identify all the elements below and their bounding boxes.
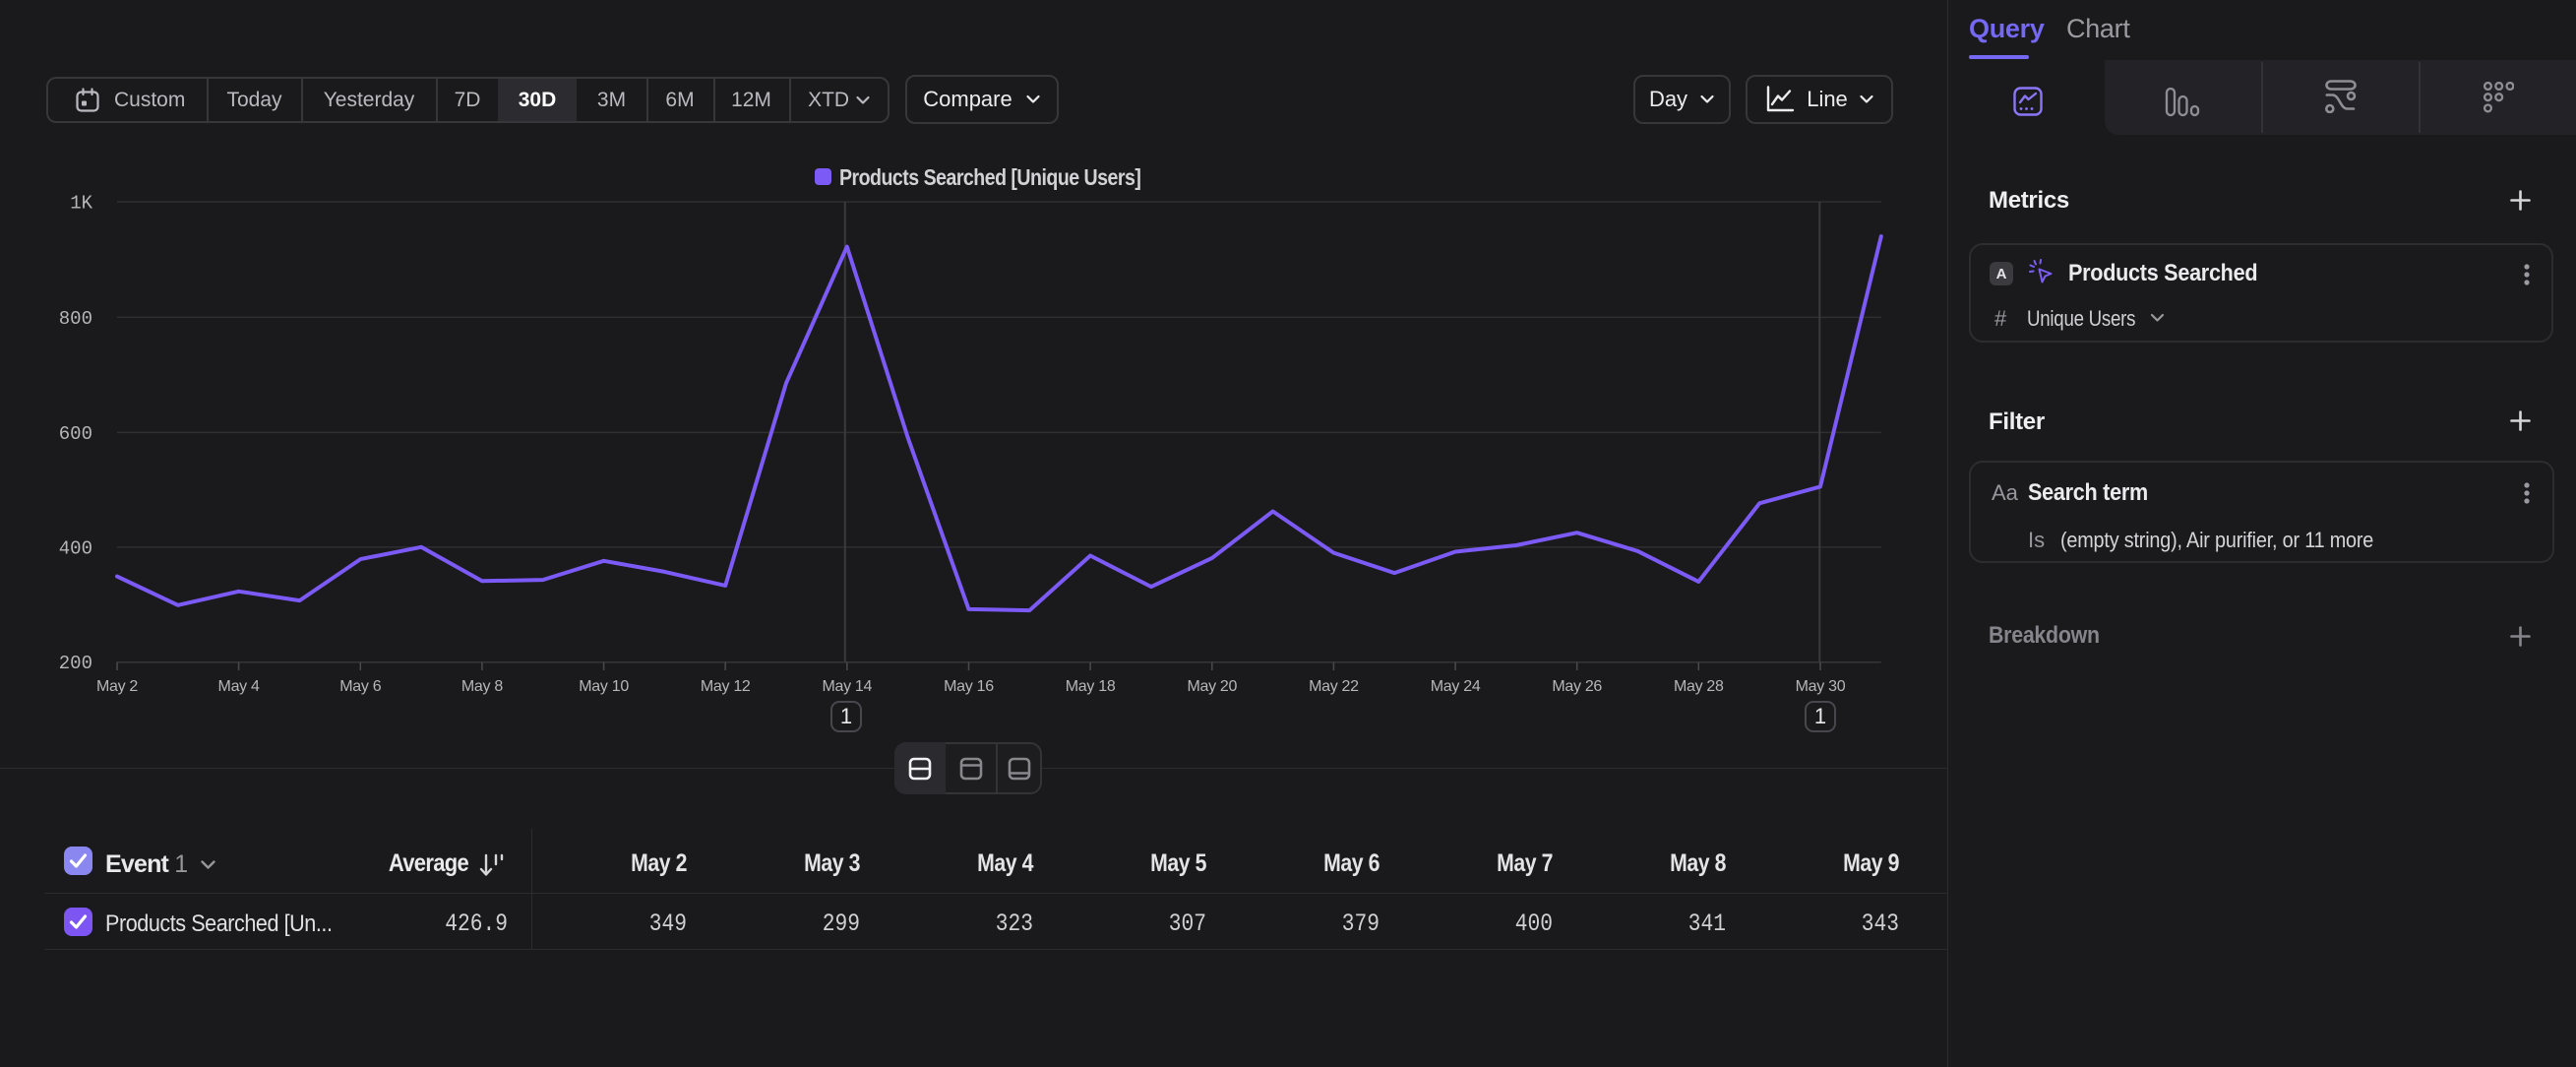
- svg-text:800: 800: [59, 308, 92, 330]
- svg-text:May 14: May 14: [822, 678, 872, 695]
- svg-text:May 22: May 22: [1309, 678, 1359, 695]
- svg-text:600: 600: [59, 423, 92, 445]
- svg-text:200: 200: [59, 653, 92, 674]
- svg-text:May 30: May 30: [1796, 678, 1846, 695]
- svg-text:May 26: May 26: [1552, 678, 1602, 695]
- svg-text:May 8: May 8: [461, 678, 503, 695]
- svg-text:May 6: May 6: [339, 678, 381, 695]
- svg-text:May 20: May 20: [1187, 678, 1237, 695]
- svg-text:May 4: May 4: [218, 678, 260, 695]
- svg-text:May 24: May 24: [1431, 678, 1481, 695]
- svg-text:May 18: May 18: [1066, 678, 1116, 695]
- svg-text:May 10: May 10: [579, 678, 629, 695]
- svg-text:May 28: May 28: [1674, 678, 1724, 695]
- svg-text:May 12: May 12: [701, 678, 751, 695]
- svg-text:May 16: May 16: [944, 678, 994, 695]
- svg-text:1K: 1K: [70, 193, 92, 215]
- svg-text:May 2: May 2: [96, 678, 138, 695]
- svg-text:400: 400: [59, 537, 92, 559]
